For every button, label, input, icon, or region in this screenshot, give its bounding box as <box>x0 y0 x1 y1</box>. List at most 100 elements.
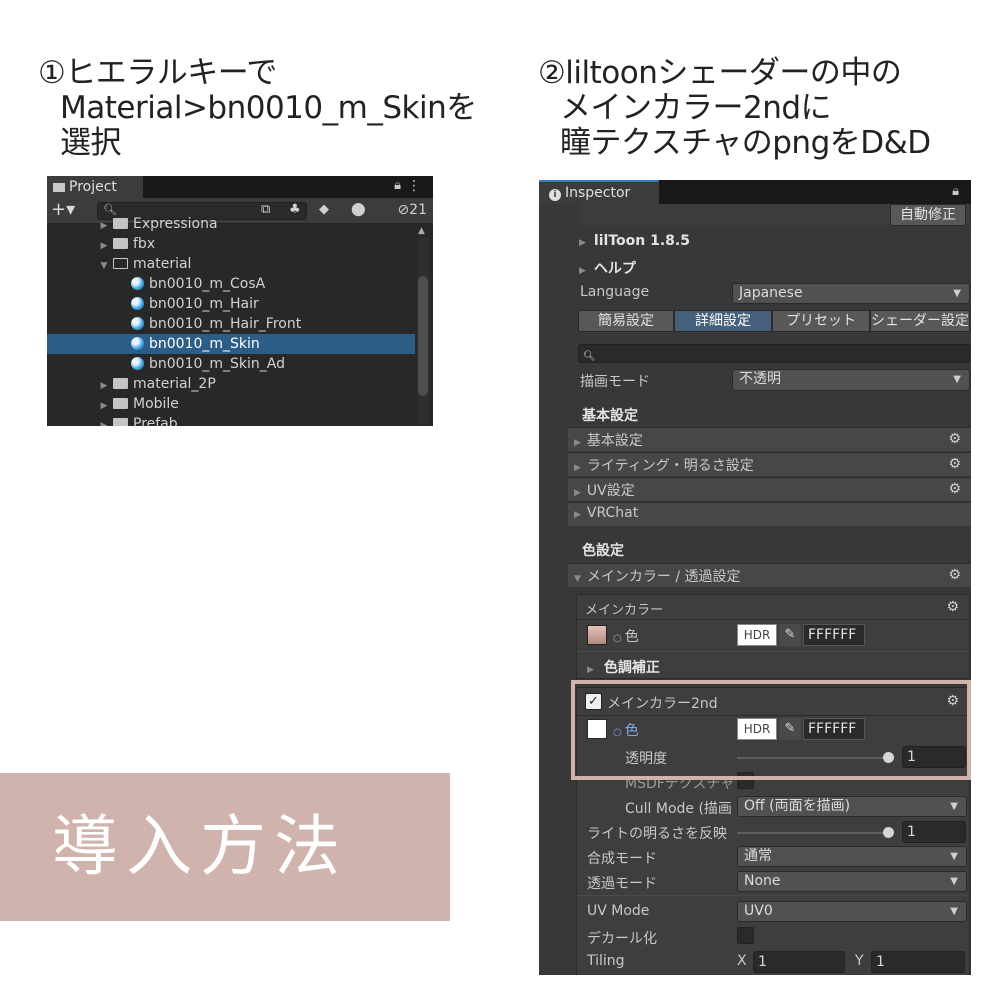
expand-arrow-icon[interactable]: ▶ <box>97 236 111 256</box>
light-input[interactable]: 1 <box>902 821 966 843</box>
language-label: Language <box>580 284 650 300</box>
step2-line2: メインカラー2ndに <box>560 90 832 126</box>
section-label: ライティング・明るさ設定 <box>586 458 754 474</box>
project-tree-row[interactable]: bn0010_m_Skin_Ad <box>47 354 415 374</box>
project-item-label: Expressiona <box>133 216 218 232</box>
inspector-tab[interactable]: i Inspector <box>539 180 659 204</box>
section-lighting[interactable]: ▶ ライティング・明るさ設定 ⚙ <box>568 452 971 476</box>
uv-mode-value: UV0 <box>744 903 773 919</box>
light-slider-knob[interactable] <box>883 827 894 838</box>
tab-detailed-settings[interactable]: 詳細設定 <box>674 310 772 332</box>
step1-instruction: ①ヒエラルキーで Material>bn0010_m_Skinを 選択 <box>38 56 477 161</box>
gear-icon[interactable]: ⚙ <box>948 431 961 447</box>
project-tab[interactable]: Project <box>47 176 143 198</box>
project-item-label: Mobile <box>133 396 179 412</box>
alpha-mode-dropdown[interactable]: None ▼ <box>737 871 967 892</box>
section-main-color[interactable]: ▼ メインカラー / 透過設定 ⚙ <box>568 563 971 587</box>
gear-icon[interactable]: ⚙ <box>948 481 961 497</box>
cull-mode-dropdown[interactable]: Off (両面を描画) ▼ <box>737 796 967 817</box>
language-dropdown[interactable]: Japanese ▼ <box>732 283 970 304</box>
liltoon-version-row[interactable]: ▶ lilToon 1.8.5 <box>579 233 690 249</box>
project-tree-row[interactable]: ▶ fbx <box>47 234 415 254</box>
material-icon <box>131 357 144 370</box>
lock-icon[interactable]: 🔒︎ <box>952 184 959 199</box>
section-basic-settings[interactable]: ▶ 基本設定 ⚙ <box>568 427 971 451</box>
project-tree-row[interactable]: bn0010_m_Hair <box>47 294 415 314</box>
section-uv[interactable]: ▶ UV設定 ⚙ <box>568 477 971 501</box>
project-item-label: material_2P <box>133 376 216 392</box>
scroll-up-icon[interactable]: ▲ <box>418 226 425 236</box>
hex-color-input[interactable]: FFFFFF <box>803 624 865 646</box>
folder-icon <box>113 218 128 229</box>
tone-correction-label: 色調補正 <box>603 660 660 676</box>
color-settings-header: 色設定 <box>582 543 624 559</box>
project-tree-row[interactable]: ▼ material <box>47 254 415 274</box>
uv-mode-dropdown[interactable]: UV0 ▼ <box>737 901 967 922</box>
project-tab-label: Project <box>69 179 117 195</box>
expand-arrow-icon[interactable]: ▶ <box>97 376 111 396</box>
color-label: 色 <box>624 629 639 645</box>
light-slider[interactable] <box>737 832 889 834</box>
tiling-x-label: X <box>737 953 747 969</box>
main-color-label: メインカラー <box>585 603 664 618</box>
chevron-down-icon: ▼ <box>953 288 961 299</box>
expand-arrow-icon: ▶ <box>574 463 581 473</box>
blend-mode-dropdown[interactable]: 通常 ▼ <box>737 846 967 867</box>
project-tree-row[interactable]: bn0010_m_Hair_Front <box>47 314 415 334</box>
info-icon: i <box>549 189 561 201</box>
kebab-menu-icon[interactable]: ⋮ <box>407 178 421 194</box>
step2-line3: 瞳テクスチャのpngをD&D <box>560 125 931 161</box>
chevron-down-icon: ▼ <box>950 851 958 862</box>
render-mode-label: 描画モード <box>580 374 650 390</box>
project-tree-row[interactable]: ▶ Prefab <box>47 414 415 426</box>
expand-arrow-icon[interactable]: ▶ <box>97 416 111 426</box>
project-item-label: Prefab <box>133 416 178 426</box>
gear-icon[interactable]: ⚙ <box>946 599 959 615</box>
project-scrollbar[interactable]: ▲ <box>417 226 429 424</box>
project-tree-row[interactable]: ▶ Mobile <box>47 394 415 414</box>
main-color-row-label: ○ 色 <box>613 626 639 646</box>
texture-thumbnail[interactable] <box>587 625 607 645</box>
project-tabbar: Project 🔒︎ ⋮ <box>47 176 433 198</box>
project-tree-row[interactable]: bn0010_m_CosA <box>47 274 415 294</box>
expand-arrow-icon[interactable]: ▶ <box>97 396 111 416</box>
project-tree-row[interactable]: ▶ Expressiona <box>47 214 415 234</box>
eyedropper-icon[interactable]: ✎ <box>779 624 801 646</box>
section-title-badge: 導入方法 <box>0 773 450 921</box>
help-row[interactable]: ▶ ヘルプ <box>579 258 636 278</box>
step1-line3: 選択 <box>60 125 121 161</box>
lock-icon[interactable]: 🔒︎ <box>394 178 401 193</box>
tab-simple-settings[interactable]: 簡易設定 <box>578 310 674 332</box>
project-item-label: material <box>133 256 192 272</box>
scrollbar-thumb[interactable] <box>418 276 428 396</box>
project-item-label: bn0010_m_Hair_Front <box>149 316 302 332</box>
tab-shader-settings[interactable]: シェーダー設定 <box>870 310 970 332</box>
gear-icon[interactable]: ⚙ <box>948 456 961 472</box>
project-panel: Project 🔒︎ ⋮ +▾ 🔍︎ ⧉ ♣ ◆ ⬤ ⊘21 ▶ Expressi… <box>47 176 433 426</box>
tab-presets[interactable]: プリセット <box>772 310 870 332</box>
auto-fix-button[interactable]: 自動修正 <box>890 204 966 226</box>
material-icon <box>131 317 144 330</box>
collapse-arrow-icon[interactable]: ▼ <box>97 256 111 276</box>
expand-arrow-icon[interactable]: ▶ <box>97 216 111 236</box>
project-tree-row[interactable]: ▶ material_2P <box>47 374 415 394</box>
chevron-down-icon: ▼ <box>950 801 958 812</box>
tone-correction-row[interactable]: ▶ 色調補正 <box>587 657 660 677</box>
section-label: UV設定 <box>586 483 635 499</box>
expand-arrow-icon: ▶ <box>574 488 581 498</box>
project-tree-row[interactable]: bn0010_m_Skin <box>47 334 415 354</box>
gear-icon[interactable]: ⚙ <box>948 567 961 583</box>
link-icon: ○ <box>613 633 622 644</box>
section-label: メインカラー / 透過設定 <box>586 569 741 585</box>
project-item-label: bn0010_m_Hair <box>149 296 259 312</box>
hdr-color-button[interactable]: HDR <box>737 624 777 646</box>
section-vrchat[interactable]: ▶ VRChat <box>568 502 971 526</box>
blend-mode-label: 合成モード <box>587 851 657 867</box>
folder-icon <box>113 398 128 409</box>
decal-checkbox[interactable] <box>737 927 754 944</box>
tiling-x-input[interactable]: 1 <box>753 951 845 973</box>
property-search-input[interactable]: 🔍︎ <box>578 344 970 363</box>
tiling-y-input[interactable]: 1 <box>871 951 965 973</box>
step1-line1: ①ヒエラルキーで <box>38 55 277 91</box>
render-mode-dropdown[interactable]: 不透明 ▼ <box>732 369 970 391</box>
